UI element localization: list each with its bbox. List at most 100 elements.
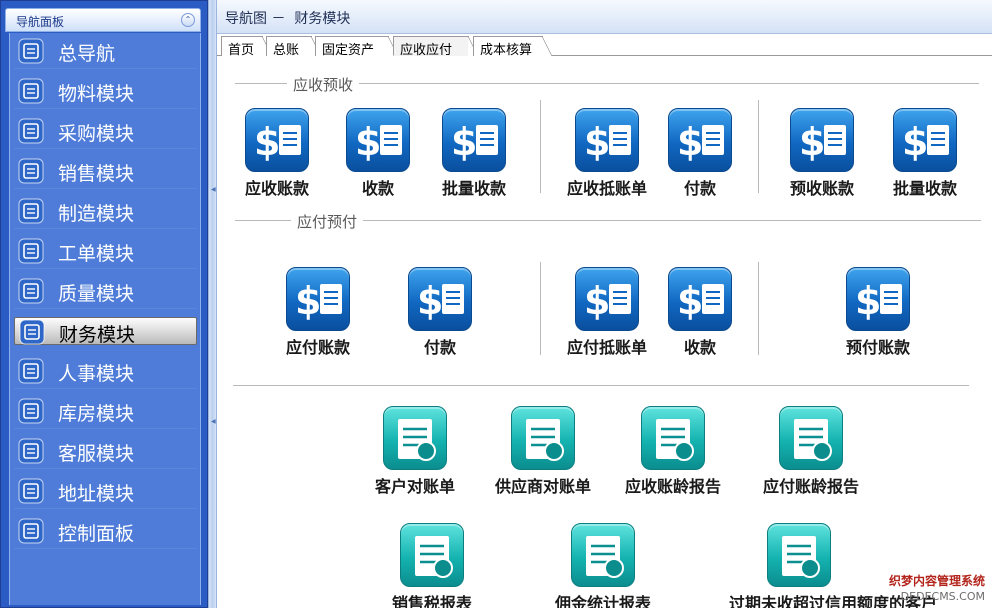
- sidebar-item-label: 控制面板: [58, 523, 135, 545]
- sidebar-item[interactable]: 库房模块: [14, 393, 197, 429]
- reports-function-button[interactable]: 销售税报表: [382, 519, 482, 608]
- workorder-icon: [18, 238, 44, 264]
- control-panel-icon: [18, 518, 44, 544]
- function-label: 销售税报表: [391, 594, 472, 608]
- sidebar-item[interactable]: 销售模块: [14, 153, 197, 189]
- sidebar-item-label: 制造模块: [58, 203, 135, 225]
- breadcrumb: 导航图 － 财务模块: [225, 11, 351, 27]
- payable-account-icon: $: [286, 267, 350, 331]
- section-title-receivable: 应收预收: [287, 74, 360, 95]
- quality-icon: [18, 278, 44, 304]
- svg-text:$: $: [254, 120, 280, 164]
- tab-bar: 首页 总账 固定资产 应收应付 成本核算: [217, 34, 992, 58]
- sidebar-item[interactable]: 制造模块: [14, 193, 197, 229]
- receipt-icon: $: [346, 108, 410, 172]
- receivable-aging-icon: [641, 406, 705, 470]
- tab[interactable]: 成本核算: [473, 36, 552, 58]
- cart-icon: [18, 118, 44, 144]
- sidebar-item[interactable]: 客服模块: [14, 433, 197, 469]
- tab[interactable]: 首页: [221, 36, 272, 58]
- sidebar-item-label: 工单模块: [58, 243, 135, 265]
- function-label: 付款: [423, 338, 456, 357]
- reports-function-button[interactable]: 应付账龄报告: [761, 402, 861, 500]
- svg-text:$: $: [799, 120, 825, 164]
- batch-receipt-icon: $: [893, 108, 957, 172]
- section-title-payable: 应付预付: [291, 211, 364, 232]
- receivable-offset-icon: $: [575, 108, 639, 172]
- sidebar-item-label: 客服模块: [58, 443, 135, 465]
- payable-offset-icon: $: [575, 267, 639, 331]
- payable-function-button[interactable]: $ 收款: [650, 263, 750, 361]
- sidebar-item[interactable]: 财务模块: [14, 317, 197, 346]
- material-icon: [18, 78, 44, 104]
- overdue-customer-icon: [767, 523, 831, 587]
- function-label: 应付账款: [285, 338, 350, 357]
- receivable-function-button[interactable]: $ 批量收款: [875, 104, 975, 202]
- svg-text:$: $: [584, 279, 610, 323]
- sidebar-item[interactable]: 物料模块: [14, 73, 197, 109]
- function-label: 预付账款: [845, 338, 910, 357]
- app-window: 导航面板 ⌃ 总导航物料模块采购模块销售模块制造模块工单模块质量模块财务模块人事…: [0, 0, 992, 608]
- sidebar-item-label: 质量模块: [58, 283, 135, 305]
- reports-function-button[interactable]: 客户对账单: [365, 402, 465, 500]
- sidebar-item[interactable]: 地址模块: [14, 473, 197, 509]
- tab[interactable]: 总账: [266, 36, 321, 58]
- function-label: 批量收款: [892, 179, 957, 198]
- svg-text:$: $: [295, 279, 321, 323]
- payable-aging-icon: [779, 406, 843, 470]
- warehouse-icon: [18, 398, 44, 424]
- tab[interactable]: 固定资产: [315, 36, 398, 58]
- receipt-icon: $: [668, 267, 732, 331]
- svg-text:$: $: [677, 120, 703, 164]
- sidebar-item[interactable]: 人事模块: [14, 353, 197, 389]
- nav-list: 总导航物料模块采购模块销售模块制造模块工单模块质量模块财务模块人事模块库房模块客…: [9, 33, 201, 605]
- sidebar-item-label: 库房模块: [58, 403, 135, 425]
- sales-tax-icon: [400, 523, 464, 587]
- function-label: 佣金统计报表: [554, 594, 651, 608]
- navigation-panel: 导航面板 ⌃ 总导航物料模块采购模块销售模块制造模块工单模块质量模块财务模块人事…: [0, 0, 208, 608]
- receivable-function-button[interactable]: $ 付款: [650, 104, 750, 202]
- truck-icon: [18, 158, 44, 184]
- title-bar: 导航图 － 财务模块: [217, 0, 992, 34]
- panel-splitter[interactable]: ◀ ◀: [208, 0, 217, 608]
- payable-function-button[interactable]: $ 付款: [390, 263, 490, 361]
- tab[interactable]: 应收应付: [393, 36, 478, 58]
- nav-panel-header: 导航面板 ⌃: [5, 8, 201, 32]
- reports-function-button[interactable]: 供应商对账单: [493, 402, 593, 500]
- commission-icon: [571, 523, 635, 587]
- function-label: 应付账龄报告: [762, 477, 859, 496]
- splitter-grip-icon: ◀: [211, 418, 216, 425]
- sidebar-item[interactable]: 采购模块: [14, 113, 197, 149]
- sidebar-item[interactable]: 质量模块: [14, 273, 197, 309]
- function-label: 收款: [683, 338, 716, 357]
- watermark-text: 织梦内容管理系统: [888, 574, 985, 588]
- reports-function-button[interactable]: 应收账龄报告: [623, 402, 723, 500]
- finance-icon: [19, 319, 45, 345]
- reports-function-button[interactable]: 过期未收超过信用额度的客户: [729, 519, 937, 608]
- reports-function-button[interactable]: 佣金统计报表: [553, 519, 653, 608]
- sidebar-item[interactable]: 工单模块: [14, 233, 197, 269]
- main-content: 导航图 － 财务模块 首页 总账 固定资产 应收应付 成本核算 应收预收 应付预付 $ 应…: [217, 0, 992, 608]
- function-label: 过期未收超过信用额度的客户: [729, 594, 938, 608]
- advance-receipt-icon: $: [790, 108, 854, 172]
- batch-receipt-icon: $: [442, 108, 506, 172]
- payable-function-button[interactable]: $ 预付账款: [828, 263, 928, 361]
- function-label: 付款: [683, 179, 716, 198]
- function-label: 应收账龄报告: [624, 477, 721, 496]
- sidebar-item-label: 物料模块: [58, 83, 135, 105]
- advance-payment-icon: $: [846, 267, 910, 331]
- receivable-function-button[interactable]: $ 批量收款: [424, 104, 524, 202]
- payable-function-button[interactable]: $ 应付账款: [268, 263, 368, 361]
- payment-icon: $: [668, 108, 732, 172]
- function-label: 客户对账单: [374, 477, 455, 496]
- collapse-icon[interactable]: ⌃: [181, 13, 195, 27]
- sidebar-item[interactable]: 总导航: [14, 33, 197, 69]
- sidebar-item[interactable]: 控制面板: [14, 513, 197, 549]
- sidebar-item-label: 采购模块: [58, 123, 135, 145]
- svg-text:$: $: [451, 120, 477, 164]
- function-label: 批量收款: [441, 179, 506, 198]
- payment-icon: $: [408, 267, 472, 331]
- address-icon: [18, 478, 44, 504]
- home-icon: [18, 38, 44, 64]
- section-divider: [233, 385, 969, 386]
